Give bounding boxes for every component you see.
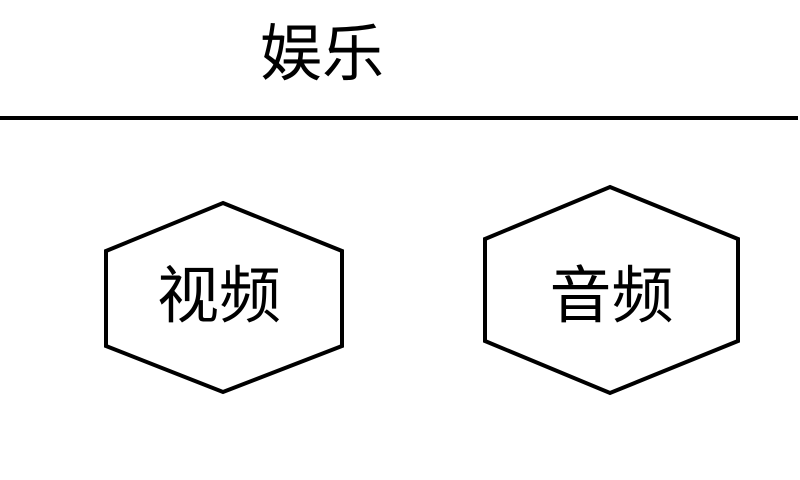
audio-button[interactable]: 音频 xyxy=(483,184,740,396)
video-button-label: 视频 xyxy=(156,259,281,332)
header-divider xyxy=(0,116,798,120)
video-button[interactable]: 视频 xyxy=(104,200,344,395)
page-title: 娱乐 xyxy=(260,17,385,90)
audio-button-label: 音频 xyxy=(549,259,674,332)
